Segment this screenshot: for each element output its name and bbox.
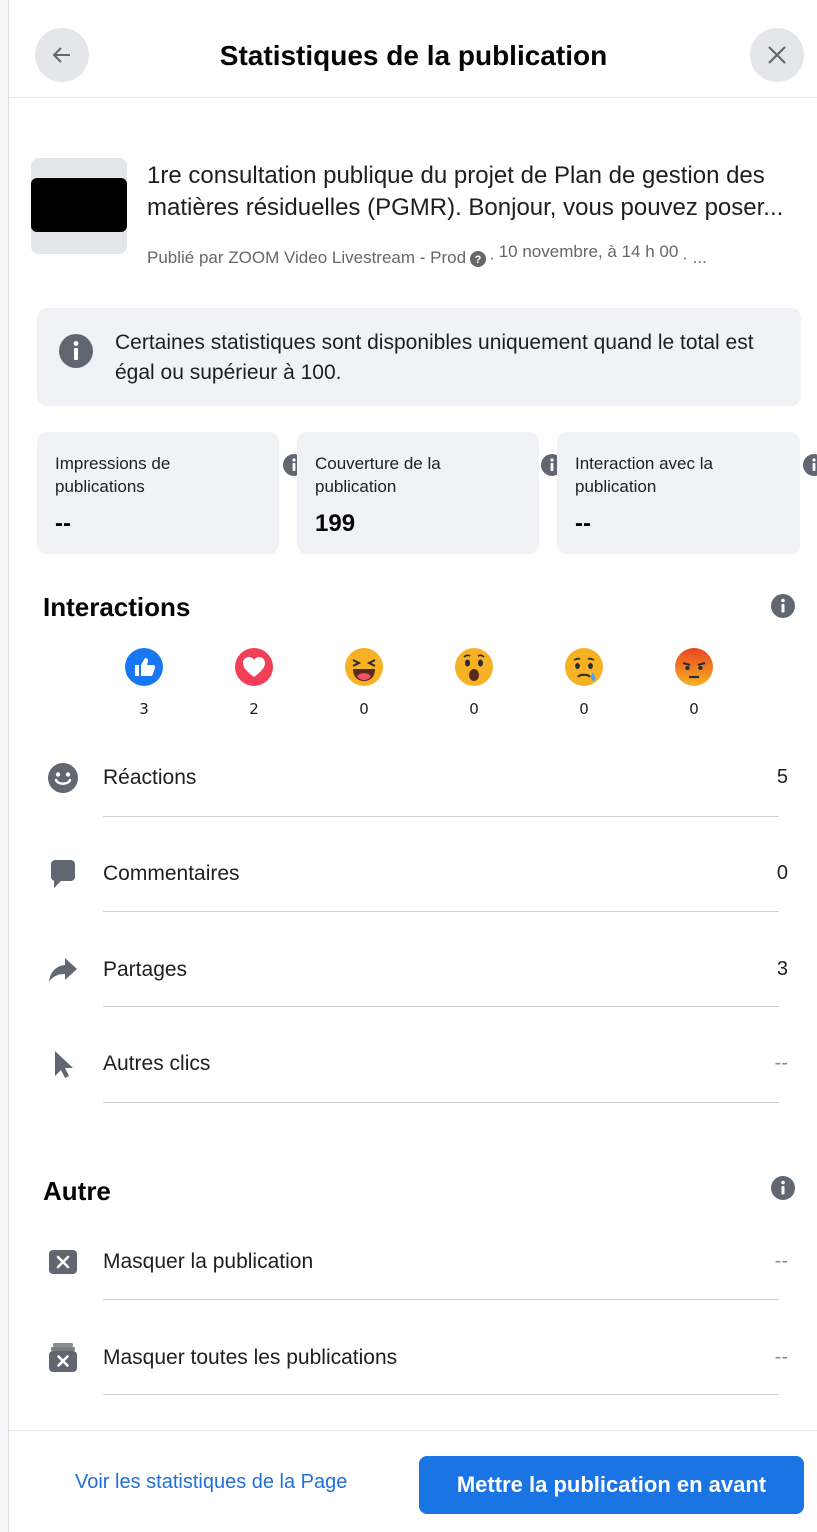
stat-value: 199	[315, 510, 356, 537]
reaction-sad: 0	[559, 648, 609, 718]
metric-row-reactions[interactable]: Réactions 5	[9, 748, 817, 808]
metric-row-hide-post[interactable]: Masquer la publication --	[9, 1232, 817, 1292]
metric-value: 5	[776, 766, 788, 788]
sad-reaction-icon	[565, 648, 603, 686]
row-divider	[103, 911, 779, 912]
smiley-icon	[48, 763, 78, 793]
metric-value: --	[774, 1346, 788, 1368]
question-icon[interactable]: ?	[470, 251, 487, 267]
metric-value: --	[774, 1250, 788, 1272]
post-author: Publié par ZOOM Video Livestream - Prod	[147, 248, 467, 267]
background-strip	[0, 0, 8, 1532]
reaction-wow: 0	[449, 648, 499, 718]
stat-card-reach: Couverture de la publication 199	[297, 432, 539, 554]
metric-value: 0	[776, 862, 788, 884]
page-stats-link[interactable]: Voir les statistiques de la Page	[75, 1471, 347, 1494]
reaction-count: 2	[249, 700, 259, 718]
post-text[interactable]: 1re consultation publique du projet de P…	[147, 160, 807, 224]
metric-row-shares[interactable]: Partages 3	[9, 940, 817, 1000]
row-divider	[103, 1299, 779, 1300]
row-divider	[103, 816, 779, 817]
stat-card-impressions: Impressions de publications --	[37, 432, 279, 554]
video-preview	[31, 178, 127, 232]
metric-value: 3	[776, 958, 788, 980]
threshold-notice: Certaines statistiques sont disponibles …	[37, 308, 801, 406]
metric-row-hide-all-posts[interactable]: Masquer toutes les publications --	[9, 1328, 817, 1388]
info-icon[interactable]	[771, 1176, 795, 1200]
info-icon[interactable]	[771, 594, 795, 618]
wow-reaction-icon	[455, 648, 493, 686]
stat-label: Couverture de la publication	[315, 454, 441, 496]
dialog-header: Statistiques de la publication	[9, 0, 817, 98]
other-title: Autre	[43, 1176, 111, 1206]
metric-row-comments[interactable]: Commentaires 0	[9, 844, 817, 904]
metric-label: Réactions	[103, 766, 197, 789]
metric-label: Partages	[103, 958, 188, 981]
stat-label: Interaction avec la publication	[575, 454, 713, 496]
meta-separator: ·	[489, 248, 495, 267]
dialog-title: Statistiques de la publication	[219, 40, 608, 71]
row-divider	[103, 1006, 779, 1007]
love-reaction-icon	[235, 648, 273, 686]
metric-label: Commentaires	[103, 862, 240, 885]
reaction-haha: 0	[339, 648, 389, 718]
reaction-count: 3	[139, 700, 149, 718]
comment-icon	[51, 860, 75, 888]
interactions-title: Interactions	[43, 592, 191, 622]
metric-label: Masquer la publication	[103, 1250, 314, 1273]
reaction-count: 0	[579, 700, 589, 718]
dialog-footer: Voir les statistiques de la Page Mettre …	[9, 1430, 817, 1532]
meta-trailing: · ...	[682, 248, 707, 267]
reaction-angry: 0	[669, 648, 719, 718]
info-icon[interactable]	[803, 454, 817, 476]
boost-post-button[interactable]: Mettre la publication en avant	[419, 1456, 804, 1514]
row-divider	[103, 1102, 779, 1103]
reaction-love: 2	[229, 648, 279, 718]
row-divider	[103, 1394, 779, 1395]
close-button[interactable]	[750, 28, 804, 82]
metric-row-other-clicks[interactable]: Autres clics --	[9, 1034, 817, 1094]
hide-all-posts-icon	[49, 1343, 77, 1372]
info-icon	[59, 334, 93, 368]
close-icon	[768, 46, 786, 64]
stat-value: --	[55, 510, 71, 537]
share-arrow-icon	[49, 958, 77, 982]
svg-text:?: ?	[475, 254, 482, 266]
reaction-breakdown: 3 2 0 0 0 0	[89, 648, 729, 728]
stat-card-engagement: Interaction avec la publication --	[557, 432, 800, 554]
stat-value: --	[575, 510, 591, 537]
stat-label: Impressions de publications	[55, 454, 171, 496]
post-insights-dialog: Statistiques de la publication 1re consu…	[8, 0, 817, 1532]
haha-reaction-icon	[345, 648, 383, 686]
hide-post-icon	[49, 1250, 77, 1274]
metric-label: Autres clics	[103, 1052, 211, 1075]
reaction-count: 0	[359, 700, 369, 718]
metric-value: --	[774, 1052, 788, 1074]
post-date: 10 novembre, à 14 h 00	[498, 242, 679, 261]
metric-label: Masquer toutes les publications	[103, 1346, 398, 1369]
reaction-count: 0	[689, 700, 699, 718]
like-reaction-icon	[125, 648, 163, 686]
notice-text: Certaines statistiques sont disponibles …	[115, 331, 754, 384]
angry-reaction-icon	[675, 648, 713, 686]
post-thumbnail[interactable]	[31, 158, 127, 254]
reaction-count: 0	[469, 700, 479, 718]
reaction-like: 3	[119, 648, 169, 718]
post-meta: Publié par ZOOM Video Livestream - Prod …	[147, 242, 807, 268]
cursor-icon	[55, 1051, 73, 1078]
